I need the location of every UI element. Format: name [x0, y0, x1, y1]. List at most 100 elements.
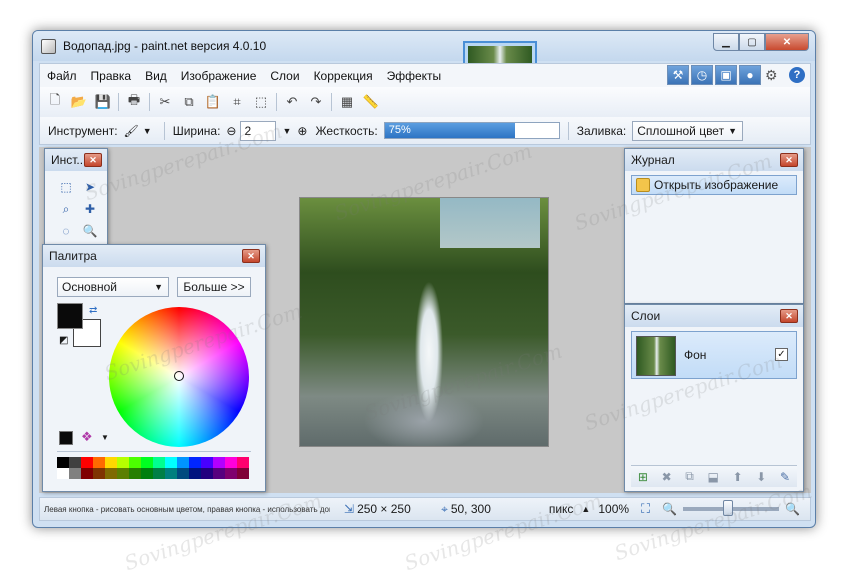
palette-color-swatch[interactable] — [153, 468, 165, 479]
palette-color-swatch[interactable] — [81, 468, 93, 479]
palette-color-swatch[interactable] — [57, 457, 69, 468]
hardness-slider[interactable]: 75% — [383, 122, 560, 139]
add-to-palette-icon[interactable] — [59, 431, 73, 445]
menu-view[interactable]: Вид — [138, 69, 174, 83]
layers-window-toggle-icon[interactable]: ▣ — [715, 65, 737, 85]
units-dropdown-icon[interactable]: ▲ — [581, 504, 590, 514]
zoom-tool-icon[interactable]: 🔍 — [79, 221, 101, 241]
move-selection-icon[interactable]: ➤ — [79, 177, 101, 197]
palette-color-swatch[interactable] — [237, 457, 249, 468]
palette-color-swatch[interactable] — [105, 457, 117, 468]
palette-color-swatch[interactable] — [177, 468, 189, 479]
ruler-icon[interactable]: 📏 — [362, 93, 380, 111]
menu-file[interactable]: Файл — [40, 69, 84, 83]
palette-color-swatch[interactable] — [141, 457, 153, 468]
zoom-value[interactable]: 100% — [598, 502, 629, 516]
palette-color-swatch[interactable] — [141, 468, 153, 479]
layer-properties-icon[interactable]: ✎ — [780, 470, 790, 484]
chevron-down-icon[interactable]: ▼ — [143, 126, 152, 136]
tools-panel-close-button[interactable]: ✕ — [84, 153, 102, 167]
color-wheel-marker[interactable] — [174, 371, 184, 381]
palette-color-swatch[interactable] — [225, 457, 237, 468]
delete-layer-icon[interactable]: ✖ — [662, 470, 672, 484]
palette-color-swatch[interactable] — [129, 457, 141, 468]
more-button[interactable]: Больше >> — [177, 277, 251, 297]
chevron-down-icon[interactable]: ▼ — [101, 433, 109, 442]
gear-icon[interactable]: ⚙ — [765, 67, 778, 84]
layer-row[interactable]: Фон ✓ — [631, 331, 797, 379]
palette-color-swatch[interactable] — [237, 468, 249, 479]
close-button[interactable]: ✕ — [765, 33, 809, 51]
palette-color-swatch[interactable] — [225, 468, 237, 479]
paste-icon[interactable]: 📋 — [204, 93, 222, 111]
palette-color-swatch[interactable] — [201, 457, 213, 468]
copy-icon[interactable]: ⧉ — [180, 93, 198, 111]
layers-panel-close-button[interactable]: ✕ — [780, 309, 798, 323]
menu-adjustments[interactable]: Коррекция — [307, 69, 380, 83]
palette-color-swatch[interactable] — [57, 468, 69, 479]
open-file-icon[interactable]: 📂 — [70, 93, 88, 111]
palette-mode-select[interactable]: Основной ▼ — [57, 277, 169, 297]
undo-icon[interactable]: ↶ — [283, 93, 301, 111]
palette-color-swatch[interactable] — [165, 468, 177, 479]
move-selected-icon[interactable]: ✚ — [79, 199, 101, 219]
waterfall-image[interactable] — [299, 197, 549, 447]
history-window-toggle-icon[interactable]: ◷ — [691, 65, 713, 85]
move-layer-down-icon[interactable]: ⬇ — [756, 470, 766, 484]
zoom-to-window-icon[interactable]: ⛶ — [641, 501, 650, 517]
palette-color-swatch[interactable] — [189, 457, 201, 468]
palette-color-swatch[interactable] — [177, 457, 189, 468]
palette-color-swatch[interactable] — [69, 468, 81, 479]
width-increase-icon[interactable]: ⊕ — [297, 124, 307, 138]
palette-color-swatch[interactable] — [165, 457, 177, 468]
menu-layers[interactable]: Слои — [263, 69, 306, 83]
palette-color-swatch[interactable] — [201, 468, 213, 479]
history-panel-close-button[interactable]: ✕ — [780, 153, 798, 167]
duplicate-layer-icon[interactable]: ⧉ — [685, 469, 694, 484]
minimize-button[interactable]: ▁ — [713, 33, 739, 51]
menu-edit[interactable]: Правка — [84, 69, 139, 83]
ellipse-select-icon[interactable]: ◌ — [55, 221, 77, 241]
save-icon[interactable]: 💾 — [94, 93, 112, 111]
palette-color-swatch[interactable] — [117, 468, 129, 479]
move-layer-up-icon[interactable]: ⬆ — [733, 470, 743, 484]
brush-tool-icon[interactable]: 🖌 — [124, 124, 139, 138]
palette-panel-close-button[interactable]: ✕ — [242, 249, 260, 263]
help-icon[interactable]: ? — [789, 67, 805, 83]
primary-color-swatch[interactable] — [57, 303, 83, 329]
colors-window-toggle-icon[interactable]: ● — [739, 65, 761, 85]
palette-color-swatch[interactable] — [93, 457, 105, 468]
menu-image[interactable]: Изображение — [174, 69, 264, 83]
fill-mode-select[interactable]: Сплошной цвет ▼ — [632, 120, 744, 141]
cut-icon[interactable]: ✂ — [156, 93, 174, 111]
palette-menu-icon[interactable]: ❖ — [81, 429, 93, 445]
new-file-icon[interactable]: 🗋 — [46, 92, 64, 111]
crop-icon[interactable]: ⌗ — [228, 93, 246, 111]
zoom-slider-thumb[interactable] — [723, 500, 734, 516]
lasso-select-icon[interactable]: ⌕ — [55, 199, 77, 219]
maximize-button[interactable]: ▢ — [739, 33, 765, 51]
tools-window-toggle-icon[interactable]: ⚒ — [667, 65, 689, 85]
redo-icon[interactable]: ↷ — [307, 93, 325, 111]
grid-icon[interactable]: ▦ — [338, 93, 356, 111]
palette-color-swatch[interactable] — [93, 468, 105, 479]
swap-colors-icon[interactable]: ⇄ — [89, 305, 97, 316]
palette-color-swatch[interactable] — [213, 468, 225, 479]
print-icon[interactable]: 🖶 — [125, 92, 143, 111]
palette-color-swatch[interactable] — [105, 468, 117, 479]
zoom-in-icon[interactable]: 🔍 — [785, 502, 800, 516]
width-dropdown-icon[interactable]: ▼ — [282, 126, 291, 136]
palette-color-swatch[interactable] — [153, 457, 165, 468]
history-item[interactable]: Открыть изображение — [631, 175, 797, 195]
add-layer-icon[interactable]: ⊞ — [638, 470, 648, 484]
zoom-out-icon[interactable]: 🔍 — [662, 502, 677, 516]
palette-color-swatch[interactable] — [189, 468, 201, 479]
width-input[interactable]: 2 — [240, 120, 277, 141]
palette-color-swatch[interactable] — [129, 468, 141, 479]
reset-colors-icon[interactable]: ◩ — [59, 335, 68, 346]
units-select[interactable]: пикс — [549, 502, 574, 516]
layer-visibility-checkbox[interactable]: ✓ — [775, 348, 788, 361]
rectangle-select-icon[interactable]: ⬚ — [55, 177, 77, 197]
width-decrease-icon[interactable]: ⊖ — [226, 124, 236, 138]
deselect-icon[interactable]: ⬚ — [252, 93, 270, 111]
